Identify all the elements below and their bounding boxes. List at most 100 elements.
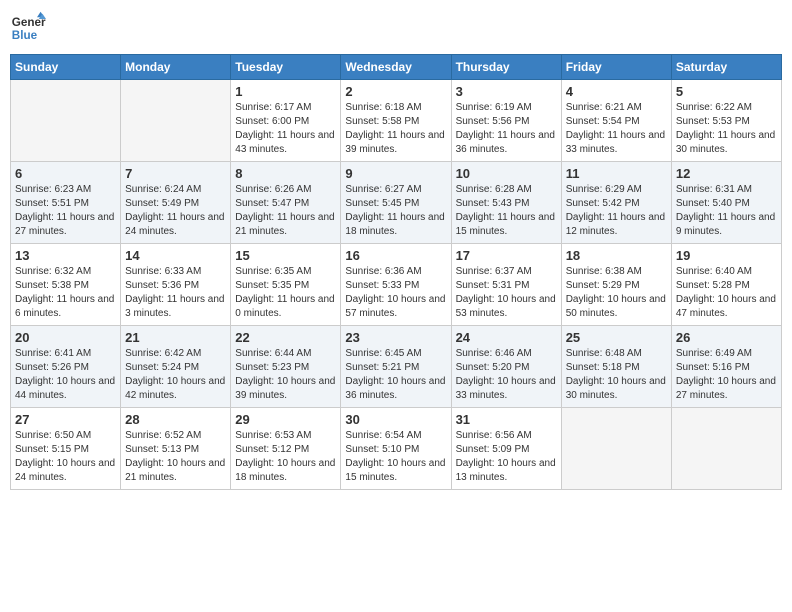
calendar-cell: 29Sunrise: 6:53 AM Sunset: 5:12 PM Dayli…: [231, 408, 341, 490]
calendar-cell: 5 Sunrise: 6:22 AM Sunset: 5:53 PM Daylig…: [671, 80, 781, 162]
day-info: Sunrise: 6:53 AM Sunset: 5:12 PM Dayligh…: [235, 429, 336, 485]
day-info: Sunrise: 6:29 AM Sunset: 5:42 PM Dayligh…: [566, 183, 667, 239]
weekday-header: Monday: [121, 55, 231, 80]
calendar-cell: 20 Sunrise: 6:41 AM Sunset: 5:26 PM Dayli…: [11, 326, 121, 408]
day-info: Sunrise: 6:37 AM Sunset: 5:31 PM Dayligh…: [456, 265, 557, 321]
calendar-table: SundayMondayTuesdayWednesdayThursdayFrid…: [10, 54, 782, 490]
day-info: Sunrise: 6:19 AM Sunset: 5:56 PM Dayligh…: [456, 101, 557, 157]
calendar-cell: 27 Sunrise: 6:50 AM Sunset: 5:15 PM Dayli…: [11, 408, 121, 490]
calendar-cell: 22 Sunrise: 6:44 AM Sunset: 5:23 PM Dayli…: [231, 326, 341, 408]
day-number: 5: [676, 84, 777, 99]
day-number: 12: [676, 166, 777, 181]
day-info: Sunrise: 6:21 AM Sunset: 5:54 PM Dayligh…: [566, 101, 667, 157]
calendar-cell: 24Sunrise: 6:46 AM Sunset: 5:20 PM Dayli…: [451, 326, 561, 408]
calendar-cell: 9 Sunrise: 6:27 AM Sunset: 5:45 PM Daylig…: [341, 162, 451, 244]
calendar-cell: 25Sunrise: 6:48 AM Sunset: 5:18 PM Dayli…: [561, 326, 671, 408]
day-info: Sunrise: 6:41 AM Sunset: 5:26 PM Dayligh…: [15, 347, 116, 403]
day-number: 21: [125, 330, 226, 345]
calendar-cell: 18Sunrise: 6:38 AM Sunset: 5:29 PM Dayli…: [561, 244, 671, 326]
calendar-cell: 1 Sunrise: 6:17 AM Sunset: 6:00 PM Daylig…: [231, 80, 341, 162]
calendar-cell: 7 Sunrise: 6:24 AM Sunset: 5:49 PM Daylig…: [121, 162, 231, 244]
page-header: General Blue: [10, 10, 782, 46]
weekday-header: Sunday: [11, 55, 121, 80]
day-number: 22: [235, 330, 336, 345]
day-number: 30: [345, 412, 446, 427]
day-number: 16: [345, 248, 446, 263]
day-info: Sunrise: 6:44 AM Sunset: 5:23 PM Dayligh…: [235, 347, 336, 403]
day-info: Sunrise: 6:27 AM Sunset: 5:45 PM Dayligh…: [345, 183, 446, 239]
day-info: Sunrise: 6:28 AM Sunset: 5:43 PM Dayligh…: [456, 183, 557, 239]
day-number: 23: [345, 330, 446, 345]
day-number: 2: [345, 84, 446, 99]
day-number: 13: [15, 248, 116, 263]
calendar-cell: 2Sunrise: 6:18 AM Sunset: 5:58 PM Daylig…: [341, 80, 451, 162]
weekday-header-row: SundayMondayTuesdayWednesdayThursdayFrid…: [11, 55, 782, 80]
day-number: 4: [566, 84, 667, 99]
calendar-cell: 17Sunrise: 6:37 AM Sunset: 5:31 PM Dayli…: [451, 244, 561, 326]
calendar-cell: 4 Sunrise: 6:21 AM Sunset: 5:54 PM Daylig…: [561, 80, 671, 162]
day-number: 10: [456, 166, 557, 181]
day-info: Sunrise: 6:42 AM Sunset: 5:24 PM Dayligh…: [125, 347, 226, 403]
day-info: Sunrise: 6:23 AM Sunset: 5:51 PM Dayligh…: [15, 183, 116, 239]
calendar-cell: 3Sunrise: 6:19 AM Sunset: 5:56 PM Daylig…: [451, 80, 561, 162]
day-number: 1: [235, 84, 336, 99]
day-info: Sunrise: 6:35 AM Sunset: 5:35 PM Dayligh…: [235, 265, 336, 321]
calendar-cell: 6 Sunrise: 6:23 AM Sunset: 5:51 PM Daylig…: [11, 162, 121, 244]
calendar-cell: 14 Sunrise: 6:33 AM Sunset: 5:36 PM Dayli…: [121, 244, 231, 326]
calendar-week-row: 13Sunrise: 6:32 AM Sunset: 5:38 PM Dayli…: [11, 244, 782, 326]
calendar-cell: 26 Sunrise: 6:49 AM Sunset: 5:16 PM Dayli…: [671, 326, 781, 408]
weekday-header: Friday: [561, 55, 671, 80]
weekday-header: Tuesday: [231, 55, 341, 80]
day-info: Sunrise: 6:40 AM Sunset: 5:28 PM Dayligh…: [676, 265, 777, 321]
day-info: Sunrise: 6:22 AM Sunset: 5:53 PM Dayligh…: [676, 101, 777, 157]
day-info: Sunrise: 6:33 AM Sunset: 5:36 PM Dayligh…: [125, 265, 226, 321]
svg-text:Blue: Blue: [12, 29, 38, 42]
calendar-cell: [561, 408, 671, 490]
day-info: Sunrise: 6:52 AM Sunset: 5:13 PM Dayligh…: [125, 429, 226, 485]
calendar-week-row: 20 Sunrise: 6:41 AM Sunset: 5:26 PM Dayli…: [11, 326, 782, 408]
day-number: 6: [15, 166, 116, 181]
calendar-cell: 23 Sunrise: 6:45 AM Sunset: 5:21 PM Dayli…: [341, 326, 451, 408]
calendar-cell: 30 Sunrise: 6:54 AM Sunset: 5:10 PM Dayli…: [341, 408, 451, 490]
calendar-cell: [121, 80, 231, 162]
day-info: Sunrise: 6:54 AM Sunset: 5:10 PM Dayligh…: [345, 429, 446, 485]
day-number: 11: [566, 166, 667, 181]
day-number: 15: [235, 248, 336, 263]
calendar-cell: 31 Sunrise: 6:56 AM Sunset: 5:09 PM Dayli…: [451, 408, 561, 490]
day-number: 31: [456, 412, 557, 427]
calendar-week-row: 27 Sunrise: 6:50 AM Sunset: 5:15 PM Dayli…: [11, 408, 782, 490]
calendar-cell: [671, 408, 781, 490]
day-number: 26: [676, 330, 777, 345]
day-info: Sunrise: 6:48 AM Sunset: 5:18 PM Dayligh…: [566, 347, 667, 403]
day-info: Sunrise: 6:56 AM Sunset: 5:09 PM Dayligh…: [456, 429, 557, 485]
calendar-cell: 16 Sunrise: 6:36 AM Sunset: 5:33 PM Dayli…: [341, 244, 451, 326]
day-number: 28: [125, 412, 226, 427]
calendar-cell: 15 Sunrise: 6:35 AM Sunset: 5:35 PM Dayli…: [231, 244, 341, 326]
logo-icon: General Blue: [10, 10, 46, 46]
calendar-cell: 28 Sunrise: 6:52 AM Sunset: 5:13 PM Dayli…: [121, 408, 231, 490]
day-info: Sunrise: 6:31 AM Sunset: 5:40 PM Dayligh…: [676, 183, 777, 239]
day-number: 24: [456, 330, 557, 345]
day-number: 27: [15, 412, 116, 427]
day-number: 19: [676, 248, 777, 263]
day-info: Sunrise: 6:24 AM Sunset: 5:49 PM Dayligh…: [125, 183, 226, 239]
day-info: Sunrise: 6:49 AM Sunset: 5:16 PM Dayligh…: [676, 347, 777, 403]
calendar-cell: 21 Sunrise: 6:42 AM Sunset: 5:24 PM Dayli…: [121, 326, 231, 408]
calendar-cell: 19 Sunrise: 6:40 AM Sunset: 5:28 PM Dayli…: [671, 244, 781, 326]
day-number: 14: [125, 248, 226, 263]
day-info: Sunrise: 6:17 AM Sunset: 6:00 PM Dayligh…: [235, 101, 336, 157]
day-number: 18: [566, 248, 667, 263]
weekday-header: Wednesday: [341, 55, 451, 80]
logo: General Blue: [10, 10, 46, 46]
weekday-header: Saturday: [671, 55, 781, 80]
day-info: Sunrise: 6:45 AM Sunset: 5:21 PM Dayligh…: [345, 347, 446, 403]
weekday-header: Thursday: [451, 55, 561, 80]
day-number: 9: [345, 166, 446, 181]
day-info: Sunrise: 6:36 AM Sunset: 5:33 PM Dayligh…: [345, 265, 446, 321]
calendar-week-row: 1 Sunrise: 6:17 AM Sunset: 6:00 PM Daylig…: [11, 80, 782, 162]
calendar-cell: 10 Sunrise: 6:28 AM Sunset: 5:43 PM Dayli…: [451, 162, 561, 244]
day-number: 20: [15, 330, 116, 345]
day-info: Sunrise: 6:50 AM Sunset: 5:15 PM Dayligh…: [15, 429, 116, 485]
day-info: Sunrise: 6:26 AM Sunset: 5:47 PM Dayligh…: [235, 183, 336, 239]
day-number: 7: [125, 166, 226, 181]
